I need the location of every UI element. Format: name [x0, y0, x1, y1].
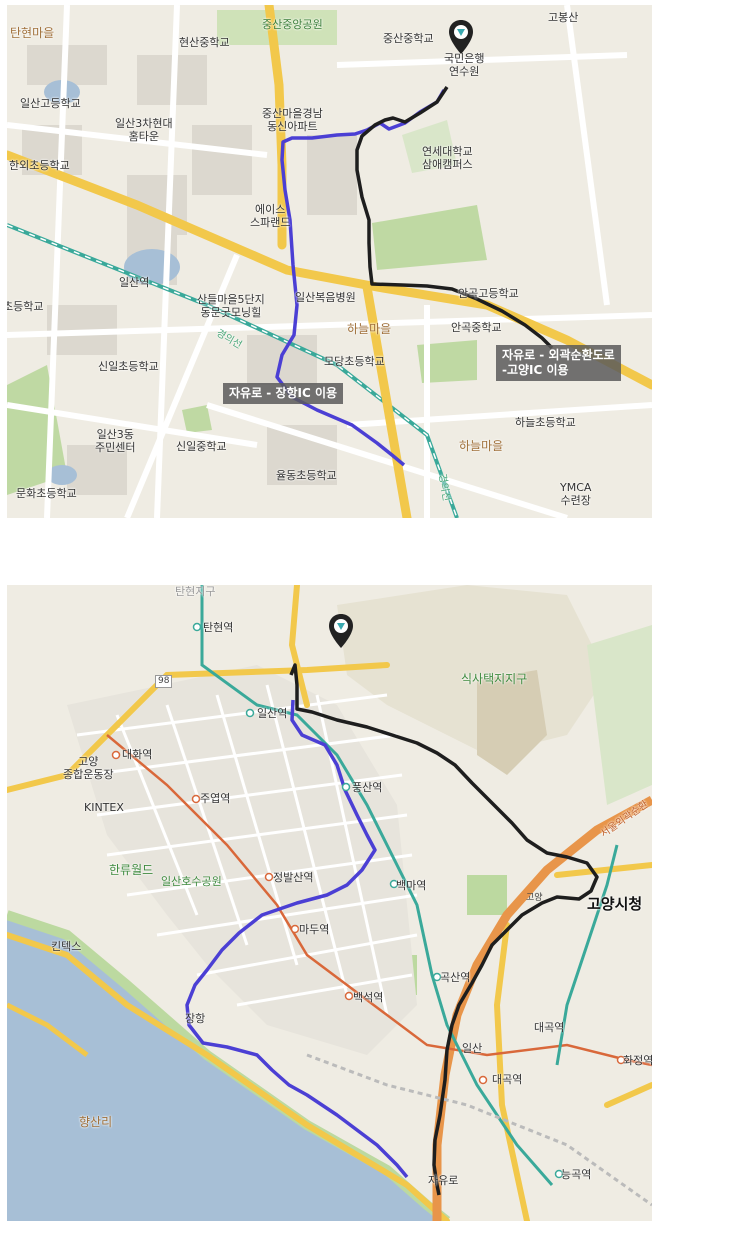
map-label: 일산3동 주민센터	[95, 428, 136, 454]
map-label: 신일초등학교	[98, 360, 159, 373]
map-label: 현산중학교	[179, 36, 230, 49]
map-label: 향산리	[79, 1115, 113, 1129]
map-label: 백마역	[396, 879, 427, 892]
map-label: 신일중학교	[176, 440, 227, 453]
map-label: 연세대학교 삼애캠퍼스	[422, 145, 473, 171]
destination-pin-icon[interactable]	[448, 19, 474, 55]
map-label: 모당초등학교	[324, 355, 385, 368]
map-label: 하늘초등학교	[515, 416, 576, 429]
map-label: 주엽역	[200, 792, 231, 805]
map-label: 자유로	[428, 1174, 459, 1187]
map-label: 식사택지지구	[461, 672, 528, 686]
route-callout-black: 자유로 - 외곽순환도로 -고양IC 이용	[496, 345, 621, 381]
map-label: 하늘마을	[347, 322, 392, 336]
map-label: 정발산역	[273, 871, 314, 884]
map-label: 중산중학교	[383, 32, 434, 45]
map-label: 한외초등학교	[9, 159, 70, 172]
map-label: 고양 종합운동장	[63, 755, 114, 781]
map-label: 중산마을경남 동신아파트	[262, 107, 323, 133]
map-label: 화정역	[623, 1054, 652, 1067]
map-label: 곡산역	[440, 971, 471, 984]
route-callout-blue: 자유로 - 장항IC 이용	[223, 383, 344, 404]
map-label: 일산호수공원	[161, 875, 222, 888]
map-label: 풍산역	[352, 781, 383, 794]
map-label: 일산복음병원	[295, 291, 356, 304]
destination-pin-icon[interactable]	[328, 613, 354, 649]
map-label: 고봉산	[548, 11, 579, 24]
bottom-map[interactable]: 탄현지구 탄현역 일산역 식사택지지구 대화역 고양 종합운동장 풍산역 주엽역 …	[7, 585, 652, 1221]
map-label: 한류월드	[109, 863, 154, 877]
map-label: 중산중앙공원	[262, 18, 323, 31]
map-label: 대곡역	[492, 1073, 523, 1086]
route-shield: 98	[155, 675, 173, 688]
map-label: 탄현역	[203, 621, 234, 634]
map-label: 탄현마을	[10, 26, 55, 40]
top-map[interactable]: 탄현마을 중산중앙공원 고봉산 현산중학교 중산중학교 국민은행 연수원 일산고등…	[7, 5, 652, 518]
map-label: 대화역	[122, 748, 153, 761]
map-label: 하늘마을	[459, 439, 504, 453]
map-label: 킨텍스	[51, 940, 82, 953]
map-label: 일산고등학교	[20, 97, 81, 110]
map-label: YMCA 수련장	[560, 481, 592, 507]
map-label: 능곡역	[561, 1168, 592, 1181]
map-label: 국민은행 연수원	[444, 52, 485, 78]
map-label: 일산	[462, 1042, 483, 1055]
map-label: 산들마을5단지 동문굿모닝힐	[197, 293, 265, 319]
map-label: 일산역	[257, 707, 288, 720]
map-label: 문화초등학교	[16, 487, 77, 500]
map-label: 안곡중학교	[451, 321, 502, 334]
map-label: 에이스 스파랜드	[250, 203, 291, 229]
map-label: KINTEX	[84, 801, 124, 814]
map-label: 일산3차현대 홈타운	[115, 117, 173, 143]
map-label: 마두역	[299, 923, 330, 936]
map-label: 고양시청	[587, 895, 643, 913]
map-label: 백석역	[353, 991, 384, 1004]
map-label: 탄현지구	[175, 585, 216, 598]
map-label: 율동초등학교	[276, 469, 337, 482]
map-label: 대곡역	[534, 1021, 565, 1034]
map-label: 일산역	[119, 276, 150, 289]
ic-label: 고양	[526, 893, 543, 903]
map-label: 안곡고등학교	[458, 287, 519, 300]
map-label: 장항	[185, 1012, 206, 1025]
map-label: 초등학교	[7, 300, 44, 313]
